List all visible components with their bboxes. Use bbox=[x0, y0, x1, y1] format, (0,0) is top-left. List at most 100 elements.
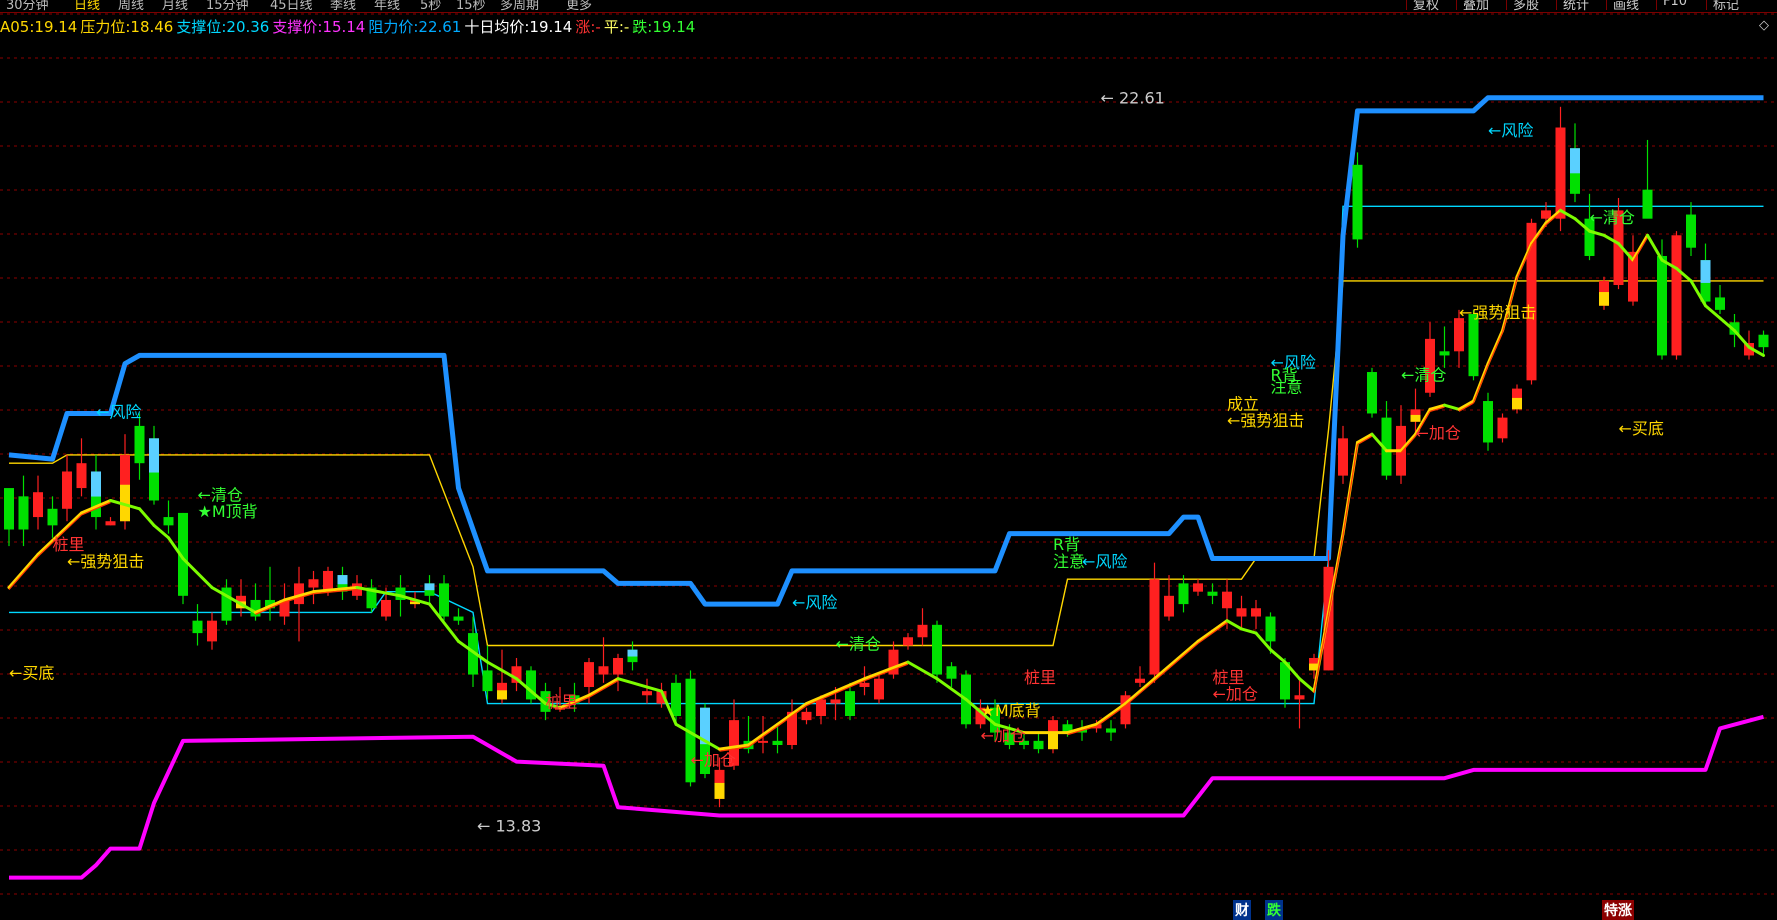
ma-line-segment bbox=[1269, 648, 1287, 664]
candle-body bbox=[1352, 164, 1363, 240]
candle-body bbox=[439, 583, 449, 617]
signal-annotation: ←加仓 bbox=[691, 751, 736, 770]
candle-body bbox=[946, 666, 957, 679]
ma-line-segment bbox=[1153, 639, 1200, 681]
candle-body bbox=[874, 678, 884, 700]
signal-annotation: ←加仓 bbox=[1416, 423, 1461, 442]
candle-body bbox=[163, 517, 174, 526]
bottom-tag: 特涨 bbox=[1602, 900, 1634, 920]
candle-body bbox=[1164, 595, 1174, 617]
candle-body bbox=[1294, 695, 1305, 700]
candle-body bbox=[801, 711, 812, 721]
candle-body-highlight bbox=[1048, 733, 1058, 750]
candle-body-highlight bbox=[1410, 414, 1421, 422]
candle-body bbox=[192, 620, 203, 634]
signal-annotation: ←风险 bbox=[792, 593, 837, 612]
ma-line-segment bbox=[138, 507, 156, 527]
candle-body bbox=[33, 492, 43, 518]
candle-body-highlight bbox=[1700, 260, 1711, 283]
ma-line-segment bbox=[674, 722, 721, 751]
candle-body bbox=[1236, 608, 1247, 617]
signal-annotation: ←买底 bbox=[9, 664, 54, 683]
signal-annotation: 注意 bbox=[1271, 378, 1303, 397]
signal-annotation: ←买底 bbox=[1619, 419, 1664, 438]
signal-annotation: 桩里 bbox=[1024, 668, 1056, 687]
candle-body bbox=[1541, 210, 1551, 219]
candle-body bbox=[207, 620, 217, 642]
ma-line-segment bbox=[1443, 403, 1461, 411]
candle-body bbox=[1642, 189, 1653, 219]
ma-line-segment bbox=[1457, 399, 1475, 411]
ma-line-accent bbox=[1154, 642, 1199, 682]
candle-body-highlight bbox=[424, 583, 435, 591]
candle-body bbox=[830, 699, 841, 704]
candle-body-highlight bbox=[149, 438, 159, 473]
ma-line-segment bbox=[1298, 677, 1316, 693]
candle-body bbox=[1454, 318, 1464, 352]
ma-line-accent bbox=[1632, 236, 1649, 263]
signal-annotation: ←清仓 bbox=[836, 635, 881, 654]
candle-body-highlight bbox=[627, 649, 638, 657]
candle-body bbox=[308, 579, 319, 588]
candle-body bbox=[1671, 235, 1682, 356]
candle-body bbox=[584, 662, 594, 687]
candle-body-highlight bbox=[714, 782, 725, 799]
candle-body bbox=[1497, 417, 1508, 439]
candle-body bbox=[47, 508, 58, 526]
signal-annotation: ←加仓 bbox=[981, 726, 1026, 745]
candle-body bbox=[1149, 579, 1160, 675]
candle-body bbox=[1207, 591, 1218, 596]
signal-annotation: ←风险 bbox=[1488, 121, 1533, 140]
candle-body bbox=[642, 691, 652, 696]
signal-annotation: ←强势狙击 bbox=[67, 552, 144, 571]
candle-body bbox=[1178, 583, 1189, 605]
price-label: ← 22.61 bbox=[1101, 89, 1165, 108]
candle-body bbox=[1033, 740, 1044, 750]
bottom-tag: 财 bbox=[1233, 900, 1251, 920]
support-step-line bbox=[9, 714, 1765, 880]
bottom-tag: 跌 bbox=[1265, 900, 1283, 920]
candle-body bbox=[758, 740, 768, 743]
candle-body bbox=[1193, 583, 1203, 592]
candle-body bbox=[917, 624, 928, 638]
resistance-step-line bbox=[8, 95, 1764, 607]
signal-annotation: 注意 bbox=[1053, 552, 1085, 571]
signal-annotation: ←强势狙击 bbox=[1227, 411, 1304, 430]
candle-body-highlight bbox=[91, 471, 101, 497]
ma-line-segment bbox=[1631, 233, 1649, 262]
candle-body bbox=[1251, 608, 1261, 617]
candle-body bbox=[1657, 255, 1667, 356]
candle-body bbox=[1468, 314, 1479, 377]
candle-body bbox=[613, 657, 623, 675]
candle-body-highlight bbox=[337, 575, 348, 585]
candle-body bbox=[1367, 372, 1377, 414]
candle-body-highlight bbox=[497, 690, 507, 700]
candlestick-chart: ← 22.61← 13.83←风险桩里←强势狙击←清仓★M顶背←买底桩里←风险←… bbox=[0, 13, 1777, 895]
signal-annotation: ←强势狙击 bbox=[1459, 303, 1536, 322]
candle-body bbox=[76, 463, 87, 489]
ma-line-accent bbox=[864, 663, 909, 682]
candle-body bbox=[859, 682, 870, 687]
candle-body bbox=[134, 425, 145, 464]
candle-body bbox=[1222, 591, 1232, 609]
price-label: ← 13.83 bbox=[477, 816, 541, 835]
ma-line-segment bbox=[152, 523, 170, 540]
signal-annotation: ★M底背 bbox=[981, 701, 1041, 720]
candle-body bbox=[381, 599, 391, 617]
ma-line-segment bbox=[616, 677, 663, 693]
candle-body bbox=[903, 637, 913, 646]
candle-body bbox=[1338, 438, 1348, 476]
candle-body bbox=[18, 496, 29, 530]
signal-annotation: ★M顶背 bbox=[198, 502, 258, 521]
candle-body bbox=[1715, 297, 1725, 310]
candle-body bbox=[1135, 678, 1145, 683]
signal-annotation: ←风险 bbox=[1082, 552, 1127, 571]
candle-body bbox=[62, 471, 72, 509]
candle-body bbox=[1483, 401, 1493, 443]
candle-body bbox=[671, 682, 681, 716]
ma-line-segment bbox=[7, 552, 40, 590]
ma-line-segment bbox=[1646, 233, 1664, 262]
candle-body bbox=[1106, 728, 1116, 733]
candle-body bbox=[932, 624, 942, 675]
candle-body bbox=[1265, 616, 1276, 642]
